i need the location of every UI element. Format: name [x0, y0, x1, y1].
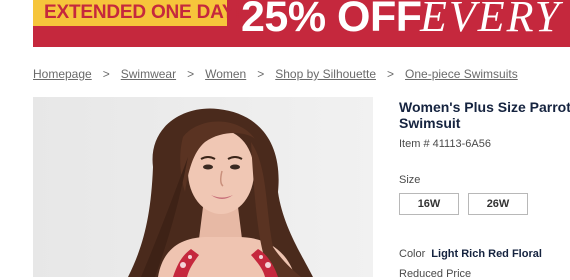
- product-title: Women's Plus Size Parrot Swimsuit: [399, 99, 570, 131]
- model-illustration: [33, 97, 373, 277]
- promo-badge: EXTENDED ONE DAY!: [33, 0, 241, 26]
- product-photo[interactable]: [33, 97, 373, 277]
- promo-every-text: EVERY: [420, 0, 562, 41]
- size-option-16w[interactable]: 16W: [399, 193, 459, 215]
- color-row: Color Light Rich Red Floral: [399, 248, 542, 260]
- price-label: Reduced Price: [399, 268, 472, 280]
- color-value: Light Rich Red Floral: [431, 248, 542, 260]
- breadcrumb-swimwear[interactable]: Swimwear: [121, 67, 176, 81]
- item-number: Item # 41113-6A56: [399, 138, 491, 150]
- breadcrumb-separator: >: [257, 67, 265, 81]
- breadcrumb-shop-by-silhouette[interactable]: Shop by Silhouette: [275, 67, 376, 81]
- breadcrumb-separator: >: [102, 67, 110, 81]
- breadcrumb: Homepage > Swimwear > Women > Shop by Silhouet…: [33, 67, 518, 81]
- size-label: Size: [399, 174, 421, 186]
- breadcrumb-homepage[interactable]: Homepage: [33, 67, 92, 81]
- breadcrumb-women[interactable]: Women: [205, 67, 246, 81]
- breadcrumb-separator: >: [387, 67, 395, 81]
- promo-banner[interactable]: EXTENDED ONE DAY! 25% OFF EVERY: [33, 0, 570, 47]
- promo-offer-text: 25% OFF: [241, 0, 422, 41]
- color-label: Color: [399, 248, 426, 260]
- breadcrumb-one-piece-swimsuits[interactable]: One-piece Swimsuits: [405, 67, 518, 81]
- size-option-26w[interactable]: 26W: [468, 193, 528, 215]
- breadcrumb-separator: >: [187, 67, 195, 81]
